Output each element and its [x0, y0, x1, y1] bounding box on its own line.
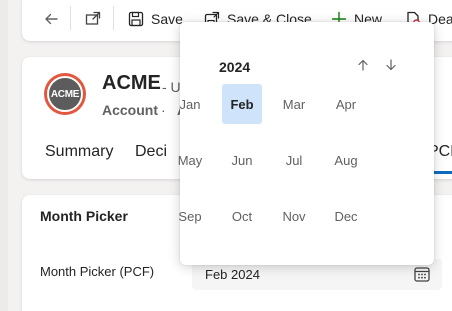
month-cell-jun[interactable]: Jun — [222, 140, 262, 180]
open-in-new-window-icon — [85, 11, 101, 25]
avatar-initials: ACME — [47, 76, 83, 112]
record-entity-type: Account — [102, 102, 158, 118]
picker-year[interactable]: 2024 — [219, 59, 250, 75]
save-icon — [128, 11, 144, 27]
tab-active-indicator — [432, 171, 452, 174]
month-cell-feb[interactable]: Feb — [222, 84, 262, 124]
toolbar-divider — [70, 6, 71, 30]
arrow-down-icon — [386, 59, 396, 71]
month-cell-aug[interactable]: Aug — [326, 140, 366, 180]
app-left-strip — [0, 0, 8, 311]
save-button[interactable]: Save — [128, 8, 183, 30]
open-in-new-window-button[interactable] — [84, 8, 102, 30]
month-cell-dec[interactable]: Dec — [326, 196, 366, 236]
month-cell-sep[interactable]: Sep — [170, 196, 210, 236]
field-label: Month Picker (PCF) — [40, 264, 155, 279]
record-type-separator: · — [161, 102, 166, 118]
month-cell-oct[interactable]: Oct — [222, 196, 262, 236]
back-button[interactable] — [42, 8, 60, 30]
month-cell-apr[interactable]: Apr — [326, 84, 366, 124]
month-cell-may[interactable]: May — [170, 140, 210, 180]
month-picker-value: Feb 2024 — [205, 267, 260, 282]
calendar-icon[interactable] — [413, 265, 431, 283]
tab-decimal[interactable]: Deci — [135, 143, 167, 161]
previous-year-button[interactable] — [353, 55, 373, 75]
next-year-button[interactable] — [381, 55, 401, 75]
record-name: ACME — [102, 72, 161, 94]
month-picker-popup: 2024 Jan Feb Mar Apr May Jun Jul Aug Sep Oct Nov De… — [178, 22, 434, 265]
toolbar-divider — [113, 6, 114, 30]
month-cell-mar[interactable]: Mar — [274, 84, 314, 124]
tab-summary[interactable]: Summary — [45, 143, 113, 161]
avatar: ACME — [44, 73, 86, 115]
month-cell-jul[interactable]: Jul — [274, 140, 314, 180]
month-cell-nov[interactable]: Nov — [274, 196, 314, 236]
arrow-up-icon — [358, 59, 368, 71]
back-arrow-icon — [45, 13, 58, 25]
month-cell-jan[interactable]: Jan — [170, 84, 210, 124]
section-title: Month Picker — [40, 208, 128, 224]
save-label: Save — [151, 11, 183, 27]
